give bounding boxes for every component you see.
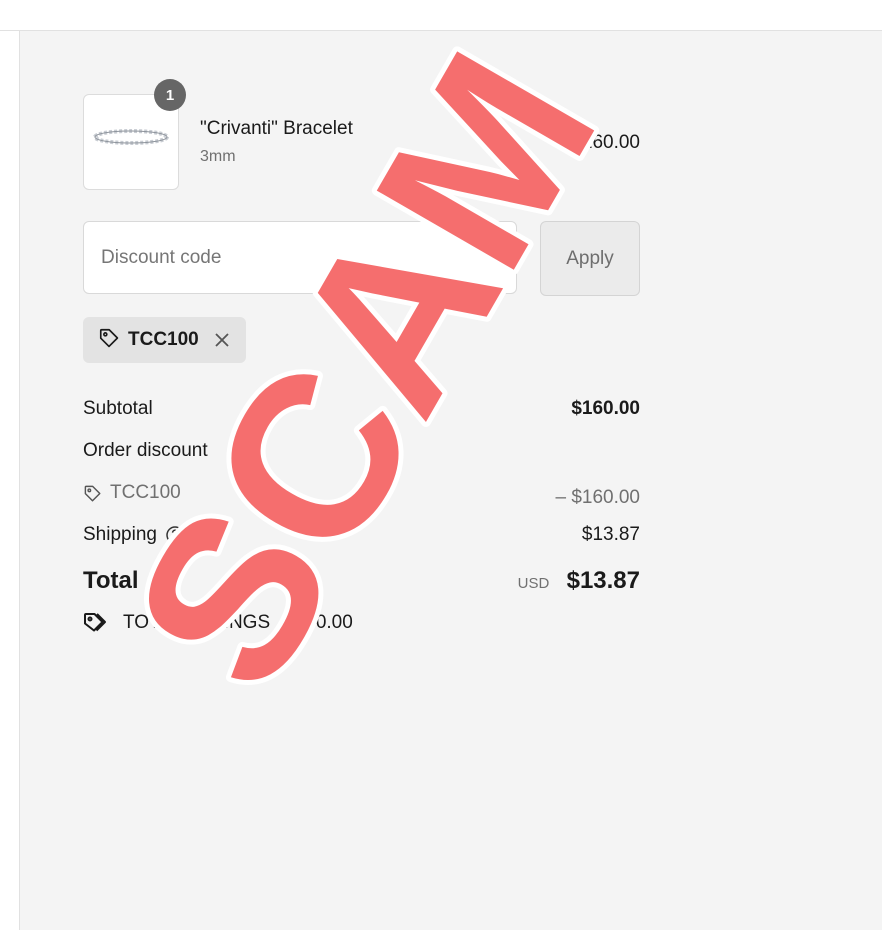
quantity-badge: 1 — [154, 79, 186, 111]
savings-value: $160.00 — [284, 612, 353, 633]
discount-code-row: TCC100 – $160.00 — [83, 482, 640, 509]
shipping-label: Shipping — [83, 524, 157, 545]
total-savings: TOTAL SAVINGS $160.00 — [83, 611, 353, 635]
applied-code-label: TCC100 — [128, 329, 199, 350]
applied-discount-chip: TCC100 — [83, 317, 246, 363]
order-discount-row: Order discount — [83, 440, 640, 462]
help-circle-icon[interactable] — [165, 525, 185, 545]
total-label: Total — [83, 567, 139, 594]
tag-icon — [98, 327, 120, 354]
discount-code-input[interactable] — [83, 221, 517, 294]
shipping-value: $13.87 — [581, 524, 640, 545]
apply-button[interactable]: Apply — [540, 221, 640, 296]
top-bar — [0, 0, 882, 31]
product-variant: 3mm — [200, 148, 236, 165]
currency-code: USD — [517, 575, 550, 592]
subtotal-row: Subtotal $160.00 — [83, 398, 640, 420]
close-icon[interactable] — [213, 331, 231, 349]
product-price: $160.00 — [571, 132, 640, 153]
discount-code-label: TCC100 — [110, 482, 181, 503]
subtotal-value: $160.00 — [571, 398, 640, 419]
total-value: $13.87 — [566, 567, 640, 594]
tag-icon — [83, 484, 102, 503]
savings-tag-icon — [83, 611, 111, 635]
savings-label: TOTAL SAVINGS — [123, 612, 271, 633]
subtotal-label: Subtotal — [83, 398, 153, 419]
shipping-row: Shipping $13.87 — [83, 524, 640, 546]
total-row: Total USD $13.87 — [83, 567, 640, 595]
discount-value: – $160.00 — [555, 486, 640, 508]
order-summary-panel: 1 "Crivanti" Bracelet 3mm $160.00 Apply … — [20, 31, 882, 930]
order-discount-label: Order discount — [83, 440, 208, 461]
product-name: "Crivanti" Bracelet — [200, 118, 353, 139]
main-column — [0, 31, 20, 930]
